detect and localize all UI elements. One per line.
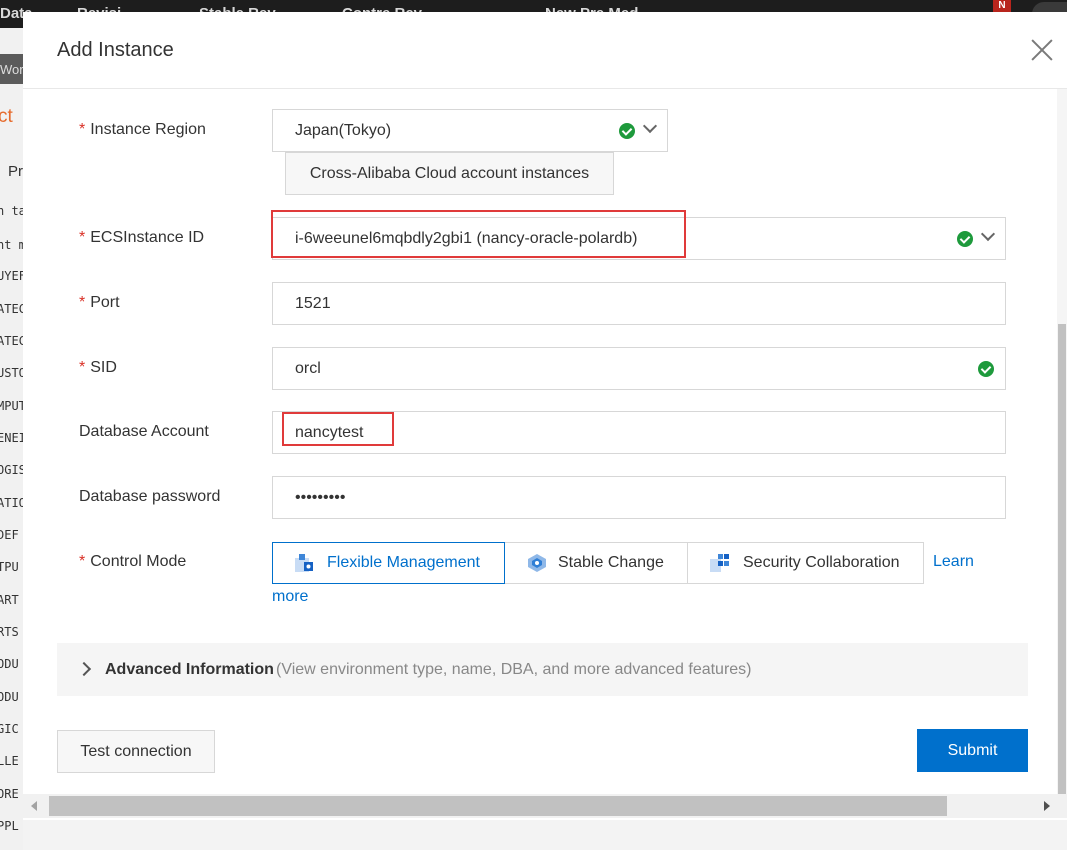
- option-label: Flexible Management: [327, 554, 480, 571]
- flexible-management-icon: [295, 554, 313, 572]
- advanced-information-description: (View environment type, name, DBA, and m…: [276, 661, 752, 678]
- check-circle-icon: [978, 361, 994, 377]
- bg-row: nt m: [0, 238, 23, 252]
- bg-row: ART: [0, 593, 19, 607]
- bg-row: ODU: [0, 690, 19, 704]
- instance-region-select[interactable]: Japan(Tokyo): [272, 109, 668, 152]
- control-mode-label: * Control Mode: [79, 553, 186, 571]
- close-icon[interactable]: [1030, 38, 1054, 62]
- option-label: Stable Change: [558, 554, 664, 571]
- scroll-right-icon[interactable]: [1044, 801, 1050, 811]
- required-marker: *: [79, 359, 86, 376]
- label-text: SID: [90, 359, 117, 376]
- bg-orange-text: ct: [0, 106, 13, 127]
- learn-more-link[interactable]: Learn: [933, 553, 974, 571]
- scroll-left-icon[interactable]: [31, 801, 37, 811]
- advanced-information-toggle[interactable]: Advanced Information (View environment t…: [57, 643, 1028, 696]
- bg-row: ATEC: [0, 334, 23, 348]
- flexible-management-option[interactable]: Flexible Management: [272, 542, 505, 584]
- instance-region-label: * Instance Region: [79, 121, 206, 139]
- security-collaboration-option[interactable]: Security Collaboration: [687, 542, 924, 584]
- database-account-input-wrapper: [272, 411, 1006, 454]
- port-input-wrapper: [272, 282, 1006, 325]
- bg-row: LLE: [0, 754, 19, 768]
- check-circle-icon: [957, 231, 973, 247]
- bg-row: UYEF: [0, 269, 23, 283]
- required-marker: *: [79, 229, 86, 246]
- security-collaboration-icon: [710, 554, 729, 572]
- label-text: Control Mode: [90, 553, 187, 570]
- database-account-label: Database Account: [79, 423, 209, 440]
- chevron-down-icon: [642, 118, 658, 134]
- database-account-input[interactable]: [295, 424, 1005, 442]
- required-marker: *: [79, 553, 86, 570]
- bg-panel-title: Worl: [0, 54, 23, 84]
- learn-more-link-continued[interactable]: more: [272, 588, 308, 606]
- submit-button[interactable]: Submit: [917, 729, 1028, 772]
- stable-change-icon: [528, 554, 546, 572]
- ecs-instance-id-value: i-6weeunel6mqbdly2gbi1 (nancy-oracle-pol…: [295, 230, 638, 247]
- bg-row: DEF: [0, 528, 19, 542]
- sid-input[interactable]: [295, 360, 935, 378]
- check-circle-icon: [619, 123, 635, 139]
- required-marker: *: [79, 294, 86, 311]
- port-label: * Port: [79, 294, 120, 312]
- cross-account-instances-button[interactable]: Cross-Alibaba Cloud account instances: [285, 152, 614, 195]
- bg-row: USTO: [0, 366, 23, 380]
- database-password-input-wrapper: [272, 476, 1006, 519]
- advanced-information-title: Advanced Information: [105, 661, 274, 678]
- required-marker: *: [79, 121, 86, 138]
- label-text: ECSInstance ID: [90, 229, 205, 246]
- sid-label: * SID: [79, 359, 117, 377]
- test-connection-button[interactable]: Test connection: [57, 730, 215, 773]
- notification-badge: N: [993, 0, 1011, 12]
- chevron-right-icon: [76, 661, 92, 677]
- bg-row: GIC: [0, 722, 19, 736]
- instance-region-value: Japan(Tokyo): [295, 122, 392, 139]
- stable-change-option[interactable]: Stable Change: [504, 542, 688, 584]
- add-instance-dialog: Add Instance * Instance Region Japan(Toky…: [23, 12, 1067, 820]
- bg-row: TPU: [0, 560, 19, 574]
- bg-row: n tab: [0, 204, 23, 218]
- horizontal-scrollbar[interactable]: [23, 794, 1067, 818]
- bg-tab-label: Pr: [8, 163, 23, 180]
- bg-row: ENEI: [0, 431, 23, 445]
- port-input[interactable]: [295, 295, 1005, 313]
- ecs-instance-id-select[interactable]: i-6weeunel6mqbdly2gbi1 (nancy-oracle-pol…: [272, 217, 1006, 260]
- background-left-panel: Worl ct Pr n tab nt m UYEF ATEC ATEC UST…: [0, 28, 23, 850]
- dialog-title: Add Instance: [57, 39, 174, 61]
- database-password-label: Database password: [79, 488, 221, 505]
- sid-input-wrapper: [272, 347, 1006, 390]
- option-label: Security Collaboration: [743, 554, 900, 571]
- bg-row: ODU: [0, 657, 19, 671]
- chevron-down-icon: [980, 226, 996, 242]
- vertical-scrollbar[interactable]: [1057, 89, 1067, 795]
- bg-row: ATEC: [0, 302, 23, 316]
- horizontal-scrollbar-thumb[interactable]: [49, 796, 947, 816]
- label-text: Port: [90, 294, 120, 311]
- vertical-scrollbar-thumb[interactable]: [1058, 324, 1066, 795]
- bg-row: MPUT: [0, 399, 23, 413]
- bg-row: OGIS: [0, 463, 23, 477]
- bg-row: PPL: [0, 819, 19, 833]
- dialog-header-divider: [23, 88, 1067, 89]
- bg-row: ORE: [0, 787, 19, 801]
- bg-row: RTS: [0, 625, 19, 639]
- label-text: Instance Region: [90, 121, 206, 138]
- bg-row: ATIO: [0, 496, 23, 510]
- background-bottom-strip: [23, 820, 1067, 850]
- database-password-input[interactable]: [295, 489, 1005, 507]
- ecs-instance-id-label: * ECSInstance ID: [79, 229, 204, 247]
